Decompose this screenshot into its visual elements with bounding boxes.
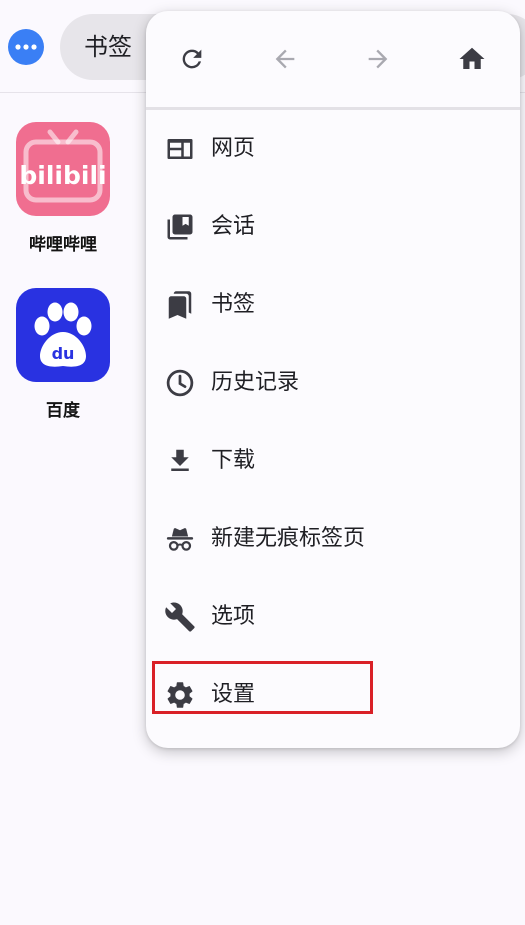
home-button[interactable] (452, 39, 492, 79)
shortcut-baidu[interactable]: du 百度 (8, 288, 118, 421)
arrow-left-icon (275, 49, 295, 69)
reload-button[interactable] (172, 39, 212, 79)
bookmarks-icon (164, 289, 196, 321)
menu-item-label: 会话 (211, 214, 256, 239)
more-dots-icon (15, 44, 37, 50)
reload-icon (182, 49, 202, 69)
bilibili-logo-icon: bilibili (16, 122, 110, 216)
baidu-paw-icon: du (16, 288, 110, 382)
menu-item-label: 设置 (211, 682, 256, 707)
shortcut-bilibili[interactable]: bilibili 哔哩哔哩 (8, 122, 118, 255)
svg-text:du: du (52, 344, 75, 363)
browser-menu: 网页 会话 书签 历史记录 下载 新建无痕标签页 选项 设置 (146, 11, 520, 748)
webpage-icon (164, 133, 196, 165)
menu-item-new-incognito-tab[interactable]: 新建无痕标签页 (146, 506, 520, 572)
more-options-button[interactable] (8, 29, 44, 65)
wrench-icon (164, 601, 196, 633)
menu-item-sessions[interactable]: 会话 (146, 194, 520, 260)
shortcut-label: 百度 (46, 401, 80, 421)
menu-nav-row (146, 11, 520, 107)
arrow-right-icon (368, 49, 388, 69)
menu-item-label: 书签 (211, 292, 256, 317)
menu-item-options[interactable]: 选项 (146, 584, 520, 650)
search-bar-text: 书签 (84, 33, 132, 61)
menu-item-downloads[interactable]: 下载 (146, 428, 520, 494)
menu-item-webpage[interactable]: 网页 (146, 116, 520, 182)
download-icon (164, 445, 196, 477)
shortcut-label: 哔哩哔哩 (29, 235, 97, 255)
svg-text:bilibili: bilibili (19, 161, 106, 190)
sessions-icon (164, 211, 196, 243)
menu-item-label: 选项 (211, 604, 256, 629)
history-clock-icon (164, 367, 196, 399)
home-icon (459, 47, 485, 69)
menu-item-settings[interactable]: 设置 (146, 662, 520, 728)
back-button[interactable] (265, 39, 305, 79)
menu-item-bookmarks[interactable]: 书签 (146, 272, 520, 338)
menu-item-label: 历史记录 (211, 370, 300, 395)
menu-divider (146, 107, 520, 110)
menu-item-label: 下载 (211, 448, 256, 473)
incognito-icon (164, 523, 196, 555)
gear-icon (164, 679, 196, 711)
menu-item-history[interactable]: 历史记录 (146, 350, 520, 416)
forward-button[interactable] (358, 39, 398, 79)
menu-item-label: 网页 (211, 136, 256, 161)
menu-item-label: 新建无痕标签页 (211, 526, 366, 551)
